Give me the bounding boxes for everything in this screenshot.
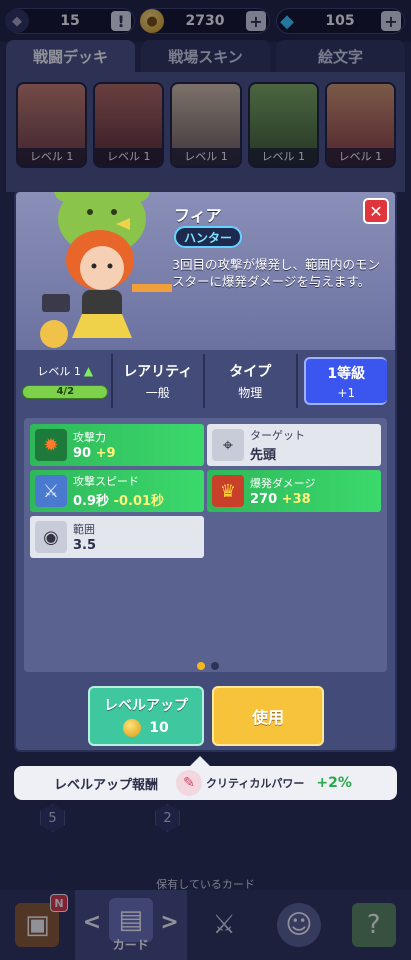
- reward-name: クリティカルパワー: [206, 777, 305, 790]
- page-dot-active[interactable]: [197, 662, 205, 670]
- stat-attack-speed: ⚔ 攻撃スピード 0.9秒 -0.01秒: [30, 470, 204, 512]
- type-cell: タイプ 物理: [205, 354, 298, 408]
- stat-bonus: +38: [281, 492, 311, 507]
- level-up-label: レベルアップ: [104, 698, 188, 714]
- range-icon: ◉: [35, 521, 67, 553]
- crown-icon: ♛: [212, 475, 244, 507]
- reward-value: +2%: [316, 775, 352, 791]
- stat-value: 先頭: [250, 448, 277, 463]
- stat-label: 攻撃スピード: [73, 475, 139, 488]
- sword-icon: ⚔: [35, 475, 67, 507]
- rarity-value: 一般: [145, 386, 170, 400]
- card-detail-modal: フィア ハンター 3回目の攻撃が爆発し、範囲内のモンスターに爆発ダメージを与えま…: [14, 190, 397, 752]
- upgrade-arrow-icon: ▲: [83, 364, 94, 378]
- hero-name: フィア: [174, 206, 222, 225]
- stat-value: 90: [73, 446, 92, 461]
- stat-value: 0.9秒: [73, 494, 110, 509]
- level-up-reward-bubble: レベルアップ報酬 ✎ クリティカルパワー +2%: [14, 756, 397, 800]
- stat-attack: ✹ 攻撃力 90 +9: [30, 424, 204, 466]
- use-button[interactable]: 使用: [212, 686, 324, 746]
- close-button[interactable]: ✕: [363, 198, 389, 224]
- level-up-cost-value: 10: [149, 720, 169, 736]
- stat-bonus: -0.01秒: [113, 494, 165, 509]
- hero-class-badge: ハンター: [174, 226, 242, 248]
- grade-value: +1: [337, 385, 356, 400]
- stat-label: 範囲: [73, 523, 95, 536]
- rarity-title: レアリティ: [123, 364, 193, 380]
- level-progress-bar: 4/2: [22, 385, 109, 399]
- level-cell: レベル 1 ▲ 4/2: [20, 354, 113, 408]
- gold-coin-icon: [123, 719, 142, 737]
- type-title: タイプ: [229, 364, 272, 380]
- reward-title: レベルアップ報酬: [54, 777, 159, 793]
- stat-value: 3.5: [73, 538, 97, 553]
- info-strip: レベル 1 ▲ 4/2 レアリティ 一般 タイプ 物理 1等級 +1: [20, 354, 391, 408]
- modal-header: フィア ハンター 3回目の攻撃が爆発し、範囲内のモンスターに爆発ダメージを与えま…: [16, 192, 395, 350]
- stats-panel: ✹ 攻撃力 90 +9 ⌖ ターゲット 先頭 ⚔ 攻撃スピード 0.9秒 -0.…: [24, 418, 387, 672]
- grade-button[interactable]: 1等級 +1: [303, 357, 388, 405]
- stat-label: 攻撃力: [73, 431, 106, 444]
- level-up-cost: 10: [123, 719, 169, 737]
- hero-portrait: [40, 192, 172, 348]
- hero-description: 3回目の攻撃が爆発し、範囲内のモンスターに爆発ダメージを与えます。: [172, 257, 380, 289]
- critical-power-icon: ✎: [176, 770, 203, 796]
- stat-label: ターゲット: [250, 429, 305, 442]
- crosshair-icon: ⌖: [212, 429, 244, 461]
- stat-range: ◉ 範囲 3.5: [30, 516, 204, 558]
- page-dot[interactable]: [211, 662, 219, 670]
- level-title: レベル 1 ▲: [37, 363, 93, 379]
- level-label: レベル 1: [37, 365, 81, 378]
- stat-explosion-damage: ♛ 爆発ダメージ 270 +38: [207, 470, 381, 512]
- grade-title: 1等級: [327, 365, 366, 382]
- type-value: 物理: [238, 386, 263, 400]
- fire-icon: ✹: [35, 429, 67, 461]
- stat-value: 270: [250, 492, 278, 507]
- page-indicator: [197, 662, 219, 670]
- rarity-cell: レアリティ 一般: [113, 354, 206, 408]
- stat-label: 爆発ダメージ: [250, 477, 316, 490]
- level-up-button[interactable]: レベルアップ 10: [88, 686, 204, 746]
- stat-target: ⌖ ターゲット 先頭: [207, 424, 381, 466]
- stat-bonus: +9: [95, 446, 116, 461]
